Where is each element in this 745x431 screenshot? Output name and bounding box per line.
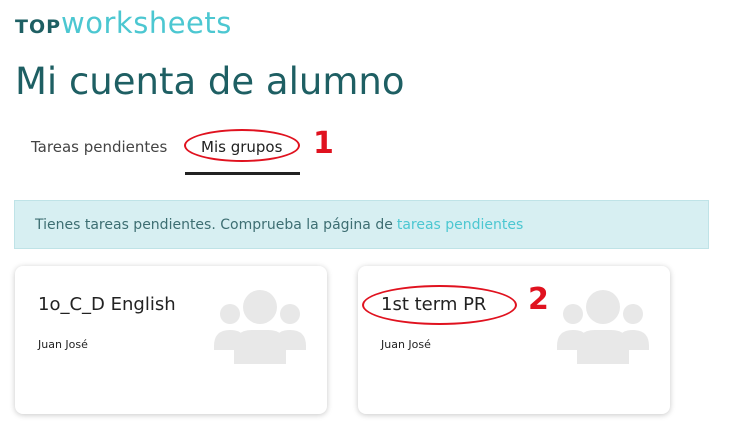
site-logo[interactable]: TOP worksheets (15, 6, 232, 40)
logo-worksheets-text: worksheets (61, 6, 232, 40)
group-card[interactable]: 1o_C_D English Juan José (15, 266, 327, 414)
alert-pending-tasks-link[interactable]: tareas pendientes (397, 217, 524, 233)
logo-top-text: TOP (15, 16, 62, 38)
alert-text: Tienes tareas pendientes. Comprueba la p… (35, 216, 393, 233)
group-icon (557, 290, 649, 364)
tab-pending-tasks[interactable]: Tareas pendientes (31, 138, 167, 156)
annotation-number-1: 1 (313, 126, 334, 161)
annotation-ellipse-2 (362, 285, 517, 325)
active-tab-indicator (185, 172, 300, 175)
group-owner: Juan José (38, 338, 88, 351)
group-owner: Juan José (381, 338, 431, 351)
pending-tasks-alert: Tienes tareas pendientes. Comprueba la p… (14, 200, 709, 249)
group-icon (214, 290, 306, 364)
page-title: Mi cuenta de alumno (15, 60, 405, 103)
annotation-number-2: 2 (528, 282, 549, 317)
group-name: 1o_C_D English (38, 294, 176, 315)
annotation-ellipse-1 (184, 129, 300, 162)
